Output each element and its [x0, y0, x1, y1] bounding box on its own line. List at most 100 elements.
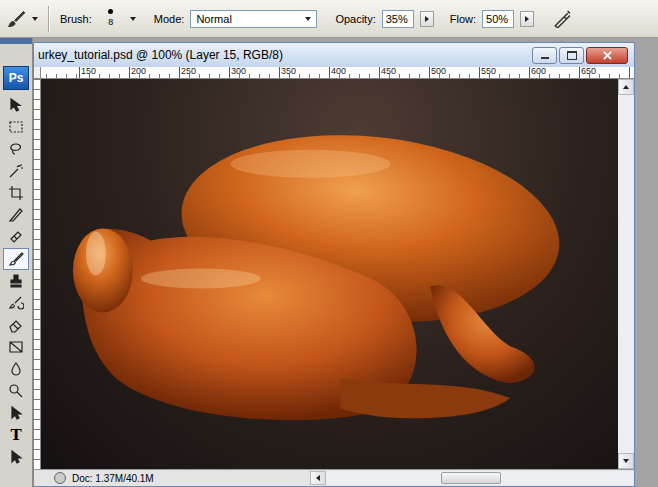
direct-tool[interactable]: [3, 446, 29, 468]
blur-icon: [8, 361, 24, 377]
move-tool[interactable]: [3, 94, 29, 116]
blur-tool[interactable]: [3, 358, 29, 380]
down-arrow-icon: [623, 459, 629, 463]
ruler-label: 400: [329, 67, 346, 76]
path-tool[interactable]: [3, 402, 29, 424]
document-size: Doc: 1.37M/40.1M: [72, 473, 154, 484]
crop-tool[interactable]: [3, 182, 29, 204]
brush-tip-icon: [108, 9, 113, 14]
marquee-tool[interactable]: [3, 116, 29, 138]
scroll-left-button[interactable]: [310, 471, 326, 485]
scroll-down-button[interactable]: [618, 453, 634, 469]
heal-icon: [8, 229, 24, 245]
opacity-label: Opacity:: [335, 13, 375, 25]
type-tool[interactable]: T: [3, 424, 29, 446]
dropdown-arrow-icon: [305, 17, 311, 21]
arrow-icon: [425, 16, 429, 22]
gradient-icon: [8, 339, 24, 355]
ruler-corner: [34, 67, 41, 79]
brush-size: 8: [108, 17, 113, 28]
turkey-painting: [41, 79, 618, 469]
direct-icon: [8, 449, 24, 465]
eraser-icon: [8, 317, 24, 333]
minimize-button[interactable]: [532, 47, 557, 64]
mode-label: Mode:: [154, 13, 185, 25]
close-icon: [603, 51, 612, 60]
move-icon: [8, 97, 24, 113]
airbrush-button[interactable]: [550, 7, 574, 31]
flow-label: Flow:: [450, 13, 476, 25]
brush-icon: [8, 251, 24, 267]
mode-select[interactable]: Normal: [190, 10, 317, 28]
document-window: urkey_tutorial.psd @ 100% (Layer 15, RGB…: [33, 42, 635, 487]
dodge-tool[interactable]: [3, 380, 29, 402]
close-button[interactable]: [586, 47, 628, 64]
arrow-icon: [525, 16, 529, 22]
toolbox: Ps T: [0, 38, 33, 487]
document-title: urkey_tutorial.psd @ 100% (Layer 15, RGB…: [38, 48, 283, 62]
history-icon: [8, 295, 24, 311]
ruler-label: 450: [379, 67, 396, 76]
ruler-label: 550: [479, 67, 496, 76]
maximize-icon: [567, 51, 577, 60]
separator: [48, 6, 50, 32]
dodge-icon: [8, 383, 24, 399]
minimize-icon: [541, 57, 549, 59]
marquee-icon: [8, 119, 24, 135]
vertical-ruler[interactable]: [34, 79, 41, 469]
maximize-button[interactable]: [559, 47, 584, 64]
ruler-label: 600: [529, 67, 546, 76]
scroll-track[interactable]: [618, 95, 634, 453]
brush-label: Brush:: [60, 13, 92, 25]
horizontal-ruler[interactable]: 150 200 250 300 350 400 450 500 550 600 650: [41, 67, 634, 79]
ruler-label: 150: [79, 67, 96, 76]
ruler-label: 500: [429, 67, 446, 76]
scroll-thumb[interactable]: [441, 472, 501, 484]
status-menu-icon[interactable]: [54, 472, 66, 484]
options-bar: Brush: 8 Mode: Normal Opacity: 35% Flow: 50%: [0, 0, 658, 38]
horizontal-scrollbar[interactable]: [310, 471, 634, 485]
heal-tool[interactable]: [3, 226, 29, 248]
gradient-tool[interactable]: [3, 336, 29, 358]
eraser-tool[interactable]: [3, 314, 29, 336]
wand-icon: [8, 163, 24, 179]
brush-picker[interactable]: 8: [98, 7, 124, 30]
lasso-icon: [8, 141, 24, 157]
opacity-slider-button[interactable]: [420, 11, 434, 27]
ruler-label: 650: [579, 67, 596, 76]
title-bar[interactable]: urkey_tutorial.psd @ 100% (Layer 15, RGB…: [34, 43, 634, 67]
photoshop-logo[interactable]: Ps: [3, 66, 29, 90]
opacity-field[interactable]: 35%: [382, 10, 414, 28]
airbrush-icon: [553, 10, 571, 28]
stamp-icon: [8, 273, 24, 289]
slice-icon: [8, 207, 24, 223]
stamp-tool[interactable]: [3, 270, 29, 292]
status-bar: Doc: 1.37M/40.1M: [34, 469, 634, 486]
brush-dropdown-icon[interactable]: [130, 17, 136, 21]
path-icon: [8, 405, 24, 421]
flow-field[interactable]: 50%: [482, 10, 514, 28]
mode-value: Normal: [196, 13, 231, 25]
ruler-label: 250: [179, 67, 196, 76]
lasso-tool[interactable]: [3, 138, 29, 160]
type-icon: T: [10, 426, 21, 444]
left-arrow-icon: [316, 475, 320, 481]
dropdown-arrow-icon: [32, 17, 38, 21]
up-arrow-icon: [623, 85, 629, 89]
ruler-label: 300: [229, 67, 246, 76]
tool-preset-picker[interactable]: [6, 9, 38, 29]
slice-tool[interactable]: [3, 204, 29, 226]
brush-icon: [6, 9, 26, 29]
brush-tool[interactable]: [3, 248, 29, 270]
ruler-label: 350: [279, 67, 296, 76]
history-tool[interactable]: [3, 292, 29, 314]
workspace: urkey_tutorial.psd @ 100% (Layer 15, RGB…: [33, 38, 658, 487]
scroll-up-button[interactable]: [618, 79, 634, 95]
ruler-label: 200: [129, 67, 146, 76]
toolbox-grip[interactable]: [0, 38, 32, 44]
flow-slider-button[interactable]: [520, 11, 534, 27]
canvas[interactable]: [41, 79, 618, 469]
crop-icon: [8, 185, 24, 201]
vertical-scrollbar[interactable]: [618, 79, 634, 469]
wand-tool[interactable]: [3, 160, 29, 182]
